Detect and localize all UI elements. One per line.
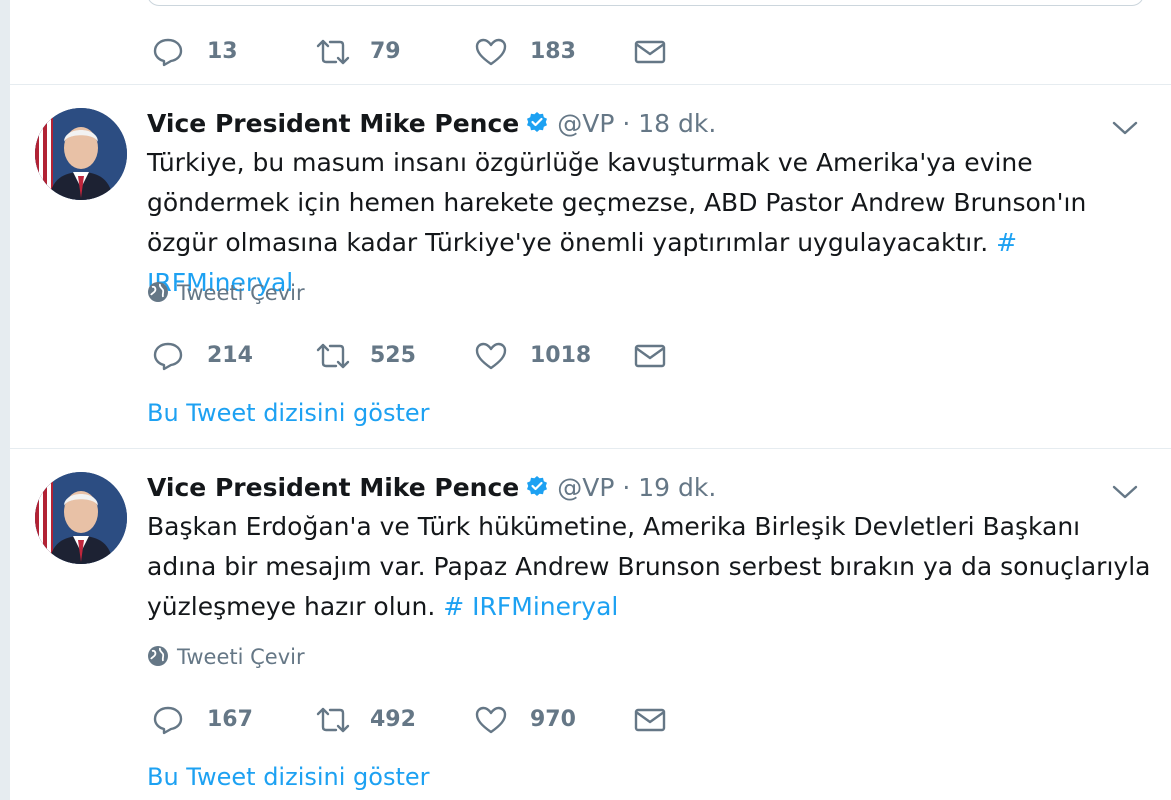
retweet-count: 525	[370, 343, 416, 368]
retweet-icon	[316, 39, 350, 65]
tweet[interactable]: Vice President Mike Pence @VP · 19 dk. Ba…	[10, 449, 1171, 800]
tweet-body: Türkiye, bu masum insanı özgürlüğe kavuş…	[147, 148, 1087, 257]
quoted-tweet-card[interactable]	[147, 0, 1144, 6]
retweet-icon	[316, 707, 350, 733]
like-count: 1018	[530, 343, 592, 368]
retweet-count: 79	[370, 39, 401, 64]
separator: ·	[622, 473, 631, 502]
heart-icon	[475, 38, 507, 66]
display-name[interactable]: Vice President Mike Pence	[147, 109, 519, 138]
tweet-body: Başkan Erdoğan'a ve Türk hükümetine, Ame…	[147, 512, 1151, 621]
reply-icon	[153, 342, 183, 371]
timeline: 13 79 183 Vice President Mike Pence @VP …	[10, 0, 1171, 800]
translate-tweet[interactable]: Tweeti Çevir	[147, 281, 305, 305]
reply-count: 13	[207, 39, 238, 64]
handle[interactable]: @VP	[557, 109, 614, 138]
reply-count: 214	[207, 343, 253, 368]
tweet-actions: 167 492 970	[152, 703, 712, 737]
chevron-down-icon	[1112, 485, 1138, 499]
tweet-actions: 214 525 1018	[152, 339, 712, 373]
separator: ·	[622, 109, 631, 138]
tweet-menu-button[interactable]	[1111, 118, 1139, 138]
envelope-icon	[634, 40, 666, 64]
tweet-header: Vice President Mike Pence @VP · 19 dk.	[147, 473, 716, 503]
timestamp[interactable]: 18 dk.	[638, 109, 716, 138]
timestamp[interactable]: 19 dk.	[638, 473, 716, 502]
avatar-portrait	[35, 108, 127, 200]
tweet-menu-button[interactable]	[1111, 482, 1139, 502]
avatar-portrait	[35, 472, 127, 564]
translate-label: Tweeti Çevir	[177, 645, 305, 669]
tweet-previous[interactable]: 13 79 183	[10, 0, 1171, 85]
show-thread-link[interactable]: Bu Tweet dizisini göster	[147, 762, 430, 792]
chevron-down-icon	[1112, 121, 1138, 135]
tweet-header: Vice President Mike Pence @VP · 18 dk.	[147, 109, 716, 139]
hashtag-link[interactable]: # IRFMineryal	[443, 592, 618, 621]
tweet-actions: 13 79 183	[152, 35, 712, 69]
show-thread-link[interactable]: Bu Tweet dizisini göster	[147, 398, 430, 428]
reply-icon	[153, 706, 183, 735]
tweet-text: Türkiye, bu masum insanı özgürlüğe kavuş…	[147, 143, 1157, 303]
display-name[interactable]: Vice President Mike Pence	[147, 473, 519, 502]
translate-tweet[interactable]: Tweeti Çevir	[147, 645, 305, 669]
retweet-count: 492	[370, 707, 416, 732]
reply-icon	[153, 38, 183, 67]
heart-icon	[475, 342, 507, 370]
globe-icon	[148, 282, 168, 302]
retweet-icon	[316, 343, 350, 369]
handle[interactable]: @VP	[557, 473, 614, 502]
envelope-icon	[634, 344, 666, 368]
like-count: 970	[530, 707, 576, 732]
like-count: 183	[530, 39, 576, 64]
verified-badge-icon	[525, 475, 549, 506]
avatar[interactable]	[35, 108, 127, 200]
tweet[interactable]: Vice President Mike Pence @VP · 18 dk. Tü…	[10, 85, 1171, 449]
avatar[interactable]	[35, 472, 127, 564]
globe-icon	[148, 646, 168, 666]
reply-count: 167	[207, 707, 253, 732]
heart-icon	[475, 706, 507, 734]
tweet-text: Başkan Erdoğan'a ve Türk hükümetine, Ame…	[147, 507, 1157, 627]
envelope-icon	[634, 708, 666, 732]
verified-badge-icon	[525, 111, 549, 142]
translate-label: Tweeti Çevir	[177, 281, 305, 305]
